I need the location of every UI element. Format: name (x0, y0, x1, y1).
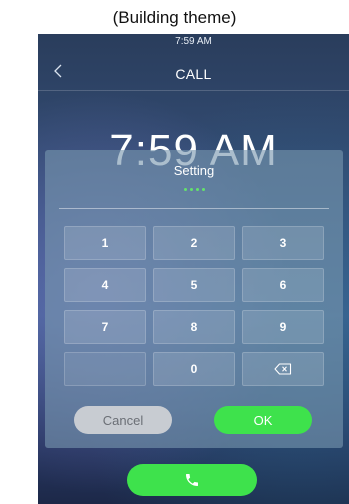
key-7[interactable]: 7 (64, 310, 146, 344)
key-0[interactable]: 0 (153, 352, 235, 386)
key-blank (64, 352, 146, 386)
password-dots (45, 188, 343, 194)
setting-dialog: Setting 1 2 3 4 5 6 7 8 9 0 Cancel OK (45, 150, 343, 448)
password-dot (195, 188, 199, 191)
key-9[interactable]: 9 (242, 310, 324, 344)
dialog-title: Setting (173, 163, 215, 178)
dialog-divider (59, 208, 329, 209)
key-3[interactable]: 3 (242, 226, 324, 260)
key-2[interactable]: 2 (153, 226, 235, 260)
password-dot (189, 188, 193, 191)
page-title: CALL (175, 66, 212, 82)
backspace-key[interactable] (242, 352, 324, 386)
cancel-button[interactable]: Cancel (74, 406, 172, 434)
call-button[interactable] (127, 464, 257, 496)
key-5[interactable]: 5 (153, 268, 235, 302)
password-dot (201, 188, 205, 191)
keypad: 1 2 3 4 5 6 7 8 9 0 (64, 226, 324, 386)
ok-button[interactable]: OK (214, 406, 312, 434)
device-screen: 7:59 AM CALL 7:59 AM Setting 1 2 3 4 5 6… (38, 34, 349, 504)
key-1[interactable]: 1 (64, 226, 146, 260)
key-6[interactable]: 6 (242, 268, 324, 302)
backspace-icon (274, 363, 292, 375)
key-8[interactable]: 8 (153, 310, 235, 344)
key-4[interactable]: 4 (64, 268, 146, 302)
phone-icon (186, 474, 198, 486)
header-divider (38, 90, 349, 91)
password-dot (183, 188, 187, 191)
status-time: 7:59 AM (175, 36, 212, 47)
theme-caption: (Building theme) (112, 8, 237, 27)
